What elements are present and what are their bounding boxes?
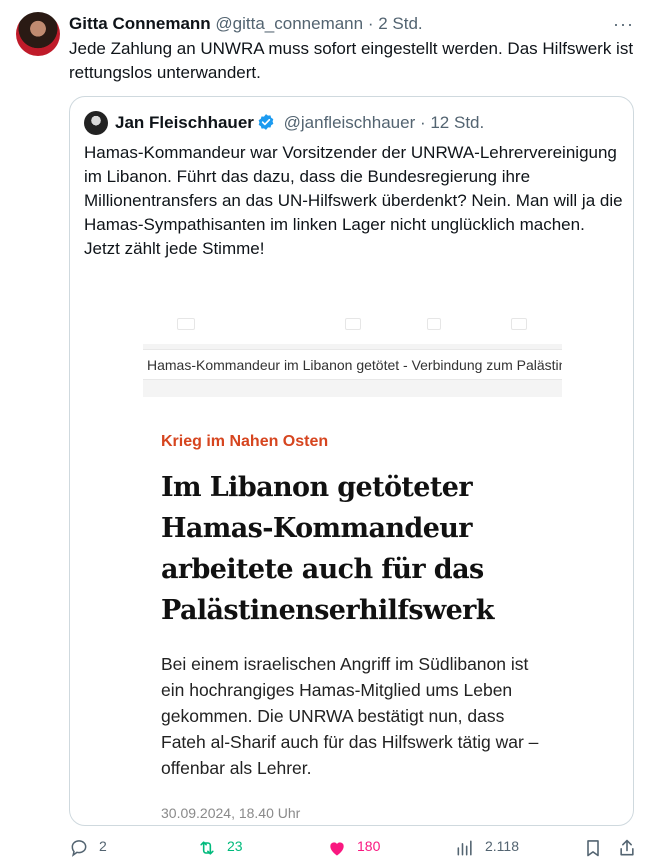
quoted-author-handle[interactable]: @janfleischhauer — [284, 113, 416, 132]
bookmark-icon — [587, 840, 599, 857]
faint-toolbar-icon — [345, 318, 361, 330]
like-icon — [330, 842, 344, 856]
quoted-media-image[interactable]: Hamas-Kommandeur im Libanon getötet - Ve… — [143, 266, 562, 825]
reply-button[interactable]: 2 — [69, 838, 107, 858]
share-button[interactable] — [617, 838, 637, 858]
more-icon[interactable]: ··· — [613, 12, 634, 36]
like-count: 180 — [357, 838, 381, 854]
tweet-header: Gitta Connemann @gitta_connemann · 2 Std… — [69, 12, 634, 36]
media-banner-title: Hamas-Kommandeur im Libanon getötet - Ve… — [143, 349, 562, 380]
tweet-time[interactable]: · 2 Std. — [368, 14, 423, 33]
views-count: 2.118 — [485, 838, 519, 854]
repost-count: 23 — [227, 838, 243, 854]
verified-badge-icon — [258, 114, 274, 130]
reply-icon — [71, 840, 87, 857]
article-headline: Im Libanon getöteter Hamas-Kommandeur ar… — [161, 472, 495, 626]
article-lead: Bei einem israelischen Angriff im Südlib… — [161, 654, 539, 778]
quoted-author-avatar[interactable] — [84, 111, 108, 135]
repost-button[interactable]: 23 — [197, 838, 243, 858]
article-date: 30.09.2024, 18.40 Uhr — [161, 805, 301, 821]
media-toolbar-area — [143, 266, 562, 344]
quoted-author-name[interactable]: Jan Fleischhauer — [115, 113, 254, 132]
faint-toolbar-icon — [177, 318, 195, 330]
faint-toolbar-icon — [427, 318, 441, 330]
quoted-tweet-text: Hamas-Kommandeur war Vorsitzender der UN… — [84, 143, 623, 258]
author-avatar[interactable] — [16, 12, 60, 56]
quoted-tweet-header: Jan Fleischhauer @janfleischhauer · 12 S… — [115, 110, 484, 136]
views-icon — [457, 840, 472, 856]
author-handle[interactable]: @gitta_connemann — [215, 14, 363, 33]
author-name[interactable]: Gitta Connemann — [69, 14, 211, 33]
quoted-tweet[interactable]: Jan Fleischhauer @janfleischhauer · 12 S… — [69, 96, 634, 826]
share-icon — [620, 839, 634, 856]
article-kicker: Krieg im Nahen Osten — [161, 433, 329, 450]
tweet-text: Jede Zahlung an UNWRA muss sofort einges… — [69, 39, 634, 82]
repost-icon — [200, 841, 214, 855]
tweet-actions: 2 23 180 2.118 — [69, 838, 639, 858]
faint-toolbar-icon — [511, 318, 527, 330]
views-button[interactable]: 2.118 — [455, 838, 519, 858]
quoted-tweet-time[interactable]: · 12 Std. — [420, 113, 484, 132]
reply-count: 2 — [99, 838, 107, 854]
bookmark-button[interactable] — [583, 838, 603, 858]
media-article: Krieg im Nahen Osten Im Libanon getötete… — [143, 397, 562, 825]
like-button[interactable]: 180 — [327, 838, 380, 858]
